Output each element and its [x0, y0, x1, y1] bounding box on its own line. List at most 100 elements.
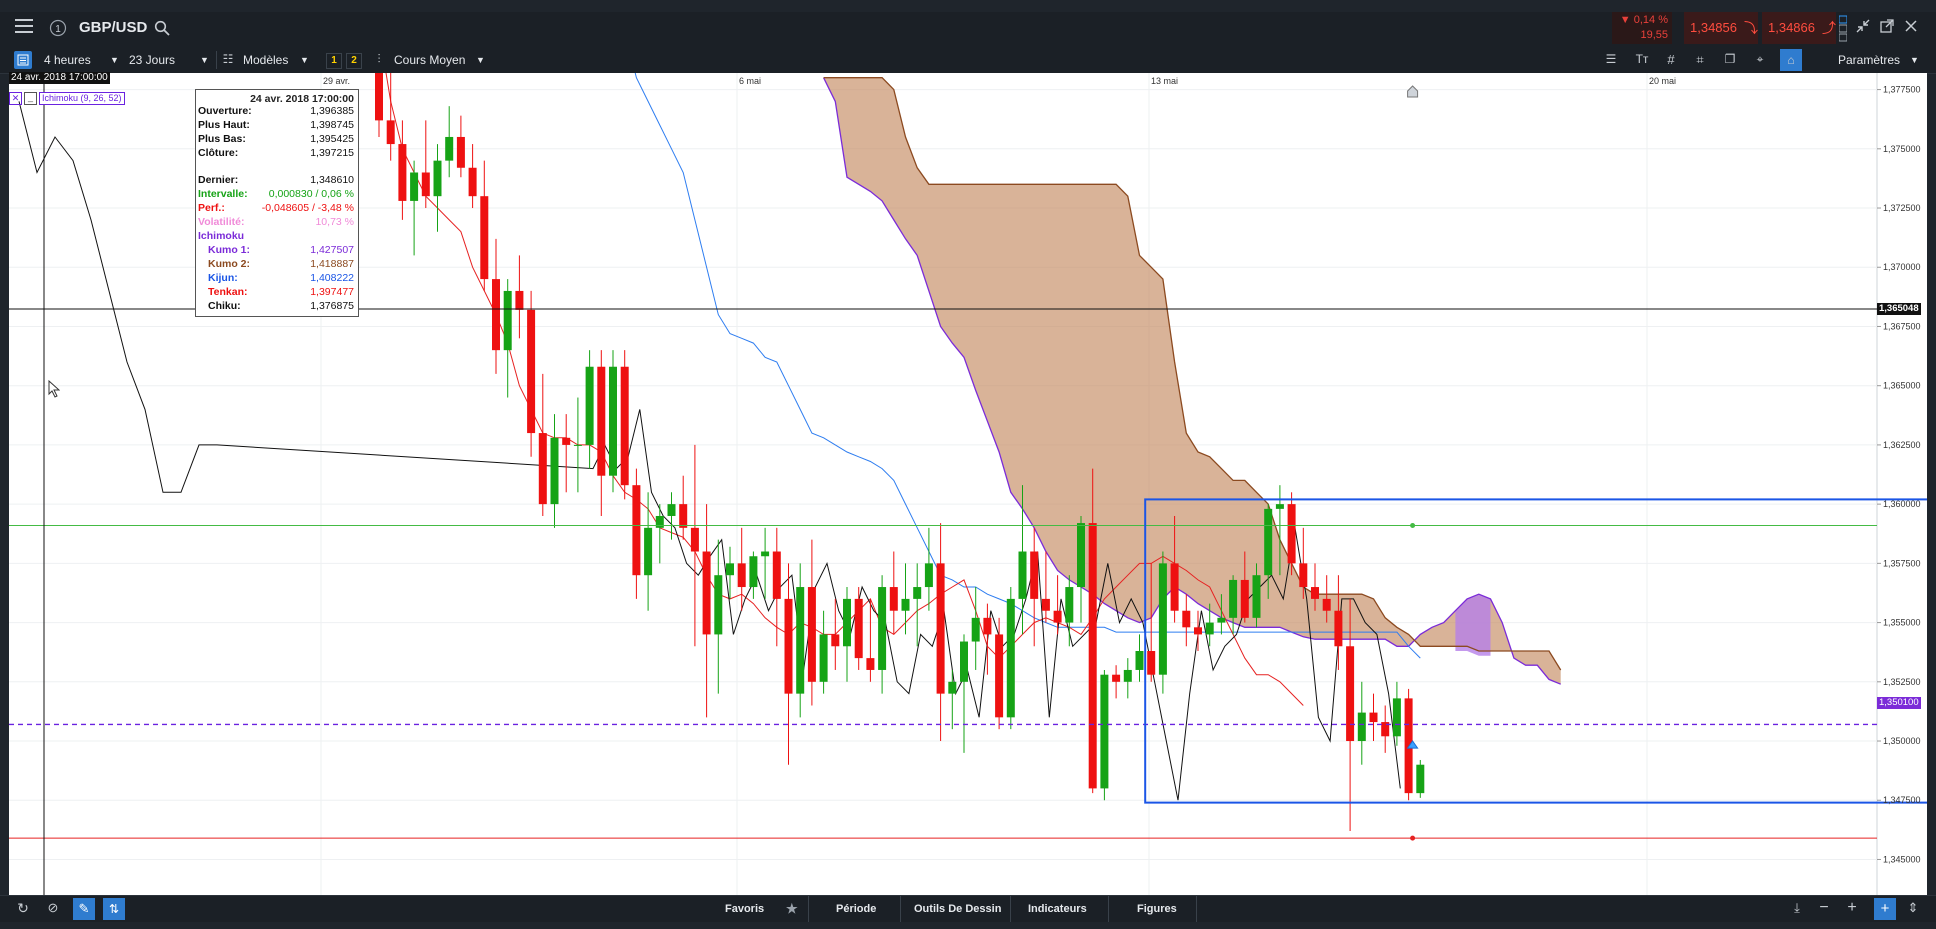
candle-body[interactable]: [1346, 646, 1355, 742]
candle-body[interactable]: [878, 587, 887, 670]
pencil-icon[interactable]: ✎: [73, 898, 95, 920]
chevron-down-icon[interactable]: ▼: [110, 47, 119, 73]
crosshair-icon[interactable]: +: [1874, 898, 1896, 920]
candle-body[interactable]: [456, 136, 465, 168]
candle-body[interactable]: [1416, 764, 1425, 794]
candle-body[interactable]: [679, 504, 688, 528]
candle-body[interactable]: [538, 433, 547, 505]
candle-body[interactable]: [609, 366, 617, 476]
candle-body[interactable]: [843, 598, 851, 647]
candle-body[interactable]: [690, 527, 699, 552]
chart-list-icon[interactable]: [14, 51, 32, 69]
candle-body[interactable]: [737, 563, 746, 588]
candle-body[interactable]: [819, 634, 828, 682]
candle-body[interactable]: [1135, 651, 1144, 670]
candle-body[interactable]: [620, 366, 629, 486]
candle-body[interactable]: [714, 575, 723, 635]
price-type-icon[interactable]: ⫶: [372, 52, 386, 68]
candle-body[interactable]: [1112, 674, 1121, 682]
remove-indicator-icon[interactable]: ✕: [9, 91, 22, 105]
candle-body[interactable]: [1158, 563, 1167, 675]
candle-body[interactable]: [1006, 598, 1015, 718]
candle-body[interactable]: [807, 587, 816, 682]
candle-body[interactable]: [831, 634, 840, 647]
candle-body[interactable]: [948, 681, 957, 694]
candle-body[interactable]: [1147, 651, 1156, 675]
candle-body[interactable]: [1100, 674, 1109, 789]
candle-body[interactable]: [866, 658, 875, 670]
magnet-icon[interactable]: ⇅: [103, 898, 125, 920]
candle-body[interactable]: [1194, 627, 1202, 635]
period-button[interactable]: Période: [836, 896, 876, 922]
copy-icon[interactable]: ❐: [1722, 52, 1738, 68]
candle-body[interactable]: [971, 617, 980, 642]
templates-button[interactable]: Modèles: [243, 47, 288, 73]
candle-body[interactable]: [655, 515, 664, 528]
candle-body[interactable]: [410, 172, 419, 201]
candle-body[interactable]: [1123, 669, 1132, 682]
candle-body[interactable]: [1334, 610, 1343, 647]
layout-icon[interactable]: [1838, 14, 1848, 44]
candle-body[interactable]: [796, 587, 805, 694]
candle-body[interactable]: [421, 172, 430, 197]
candle-body[interactable]: [1392, 698, 1401, 737]
candle-body[interactable]: [901, 598, 910, 611]
candle-body[interactable]: [573, 444, 582, 446]
chart-number-icon[interactable]: 1: [48, 19, 68, 39]
candle-body[interactable]: [1065, 587, 1074, 623]
templates-icon[interactable]: ☷: [221, 52, 235, 68]
range-select[interactable]: 23 Jours: [129, 47, 175, 73]
candle-body[interactable]: [1311, 587, 1319, 599]
candle-body[interactable]: [960, 641, 968, 682]
favorites-button[interactable]: Favoris: [725, 896, 764, 922]
candle-body[interactable]: [398, 144, 407, 201]
candle-body[interactable]: [784, 598, 793, 694]
candle-body[interactable]: [632, 485, 641, 576]
candle-body[interactable]: [1287, 504, 1296, 564]
candle-body[interactable]: [562, 437, 571, 445]
candle-body[interactable]: [702, 551, 711, 635]
candle-body[interactable]: [772, 551, 781, 599]
text-size-icon[interactable]: Tт: [1634, 52, 1650, 68]
candle-body[interactable]: [761, 551, 770, 557]
candle-body[interactable]: [480, 196, 489, 280]
collapse-icon[interactable]: [1854, 19, 1872, 37]
layout-1-button[interactable]: 1: [326, 53, 342, 69]
candle-body[interactable]: [726, 563, 734, 576]
minimize-indicator-icon[interactable]: _: [24, 91, 37, 105]
close-icon[interactable]: [1902, 19, 1920, 37]
indicator-tag[interactable]: ✕ _ Ichimoku (9, 26, 52): [9, 91, 125, 105]
tag-icon[interactable]: ⌂: [1780, 49, 1802, 71]
chevron-down-icon[interactable]: ▼: [300, 47, 309, 73]
no-sign-icon[interactable]: ⊘: [44, 900, 62, 918]
chevron-down-icon[interactable]: ▼: [1910, 47, 1919, 73]
candle-body[interactable]: [667, 504, 676, 516]
candle-body[interactable]: [1357, 712, 1366, 742]
candle-body[interactable]: [1229, 579, 1238, 618]
chevron-down-icon[interactable]: ▼: [476, 47, 485, 73]
sell-price-box[interactable]: 1,34856 ⤵: [1684, 12, 1758, 44]
expand-icon[interactable]: ⇕: [1904, 900, 1922, 918]
candle-body[interactable]: [913, 587, 922, 599]
candle-body[interactable]: [1041, 598, 1050, 611]
fit-icon[interactable]: ⤓: [1788, 900, 1806, 918]
price-line-red-handle[interactable]: [1410, 835, 1416, 841]
search-icon[interactable]: [153, 20, 171, 38]
candle-body[interactable]: [854, 598, 863, 659]
layout-2-button[interactable]: 2: [346, 53, 362, 69]
indicators-button[interactable]: Indicateurs: [1028, 896, 1087, 922]
candle-body[interactable]: [644, 527, 653, 576]
candle-body[interactable]: [375, 0, 383, 121]
drawing-tools-button[interactable]: Outils De Dessin: [914, 896, 1001, 922]
candle-body[interactable]: [492, 279, 500, 351]
star-icon[interactable]: ★: [786, 896, 798, 922]
candle-body[interactable]: [386, 120, 395, 145]
candle-body[interactable]: [445, 136, 454, 161]
candle-body[interactable]: [1030, 551, 1039, 599]
menu-icon[interactable]: [14, 19, 34, 39]
candle-body[interactable]: [1170, 563, 1179, 611]
candle-body[interactable]: [889, 587, 898, 611]
candle-body[interactable]: [1299, 563, 1308, 588]
candle-body[interactable]: [983, 617, 992, 635]
candle-body[interactable]: [468, 167, 477, 197]
